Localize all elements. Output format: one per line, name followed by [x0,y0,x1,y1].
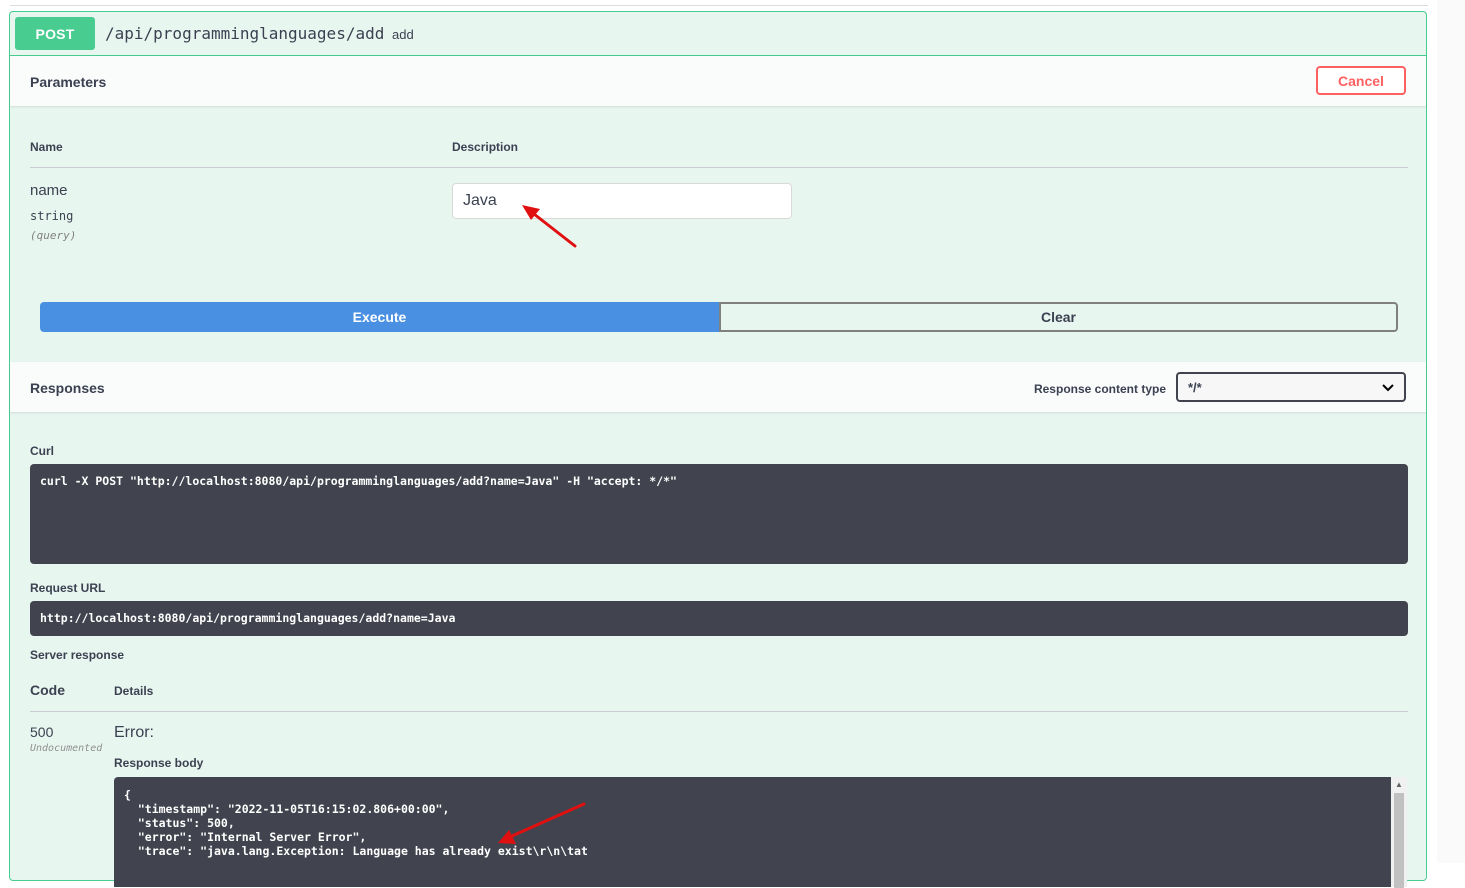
col-name-header: Name [30,140,63,154]
response-body-label: Response body [114,756,204,770]
col-details-header: Details [114,684,154,698]
content-type-select[interactable]: */* [1176,372,1406,402]
clear-button[interactable]: Clear [719,302,1398,332]
server-response-label: Server response [30,648,125,662]
page-right-gutter [1437,0,1465,863]
content-type-value: */* [1188,379,1202,395]
method-badge: POST [15,17,95,50]
execute-button[interactable]: Execute [40,302,719,332]
curl-label: Curl [30,444,54,458]
undocumented-note: Undocumented [30,743,103,754]
request-url-label: Request URL [30,581,106,595]
responses-title: Responses [30,380,105,396]
response-body-scrollbar[interactable]: ▲ [1391,777,1407,888]
opblock-post-add: POST /api/programminglanguages/add add P… [9,11,1427,888]
request-url: http://localhost:8080/api/programminglan… [30,601,1408,636]
name-param-input[interactable] [452,183,792,219]
responses-header: Responses Response content type */* [10,362,1426,412]
parameters-title: Parameters [30,74,107,90]
param-name: name [30,182,68,199]
col-description-header: Description [452,140,519,154]
parameters-header: Parameters Cancel [10,56,1426,106]
opblock-summary[interactable]: POST /api/programminglanguages/add add [10,12,1426,56]
chevron-down-icon [1382,380,1394,395]
params-divider [30,167,1408,168]
error-title: Error: [114,724,154,741]
endpoint-path: /api/programminglanguages/add [105,24,385,43]
endpoint-summary: add [392,27,414,42]
content-type-label: Response content type [1033,382,1166,396]
execute-wrapper: Execute Clear [40,302,1398,332]
scroll-thumb[interactable] [1394,793,1404,888]
top-divider [10,5,1428,6]
curl-command: curl -X POST "http://localhost:8080/api/… [30,464,1408,564]
param-type: string [30,209,74,223]
col-code-header: Code [30,682,65,698]
response-divider [30,711,1408,712]
response-body[interactable]: { "timestamp": "2022-11-05T16:15:02.806+… [114,777,1391,887]
response-status-code: 500 [30,724,54,740]
param-location: (query) [30,229,77,242]
scroll-up-arrow-icon[interactable]: ▲ [1395,780,1403,789]
cancel-button[interactable]: Cancel [1316,66,1406,95]
